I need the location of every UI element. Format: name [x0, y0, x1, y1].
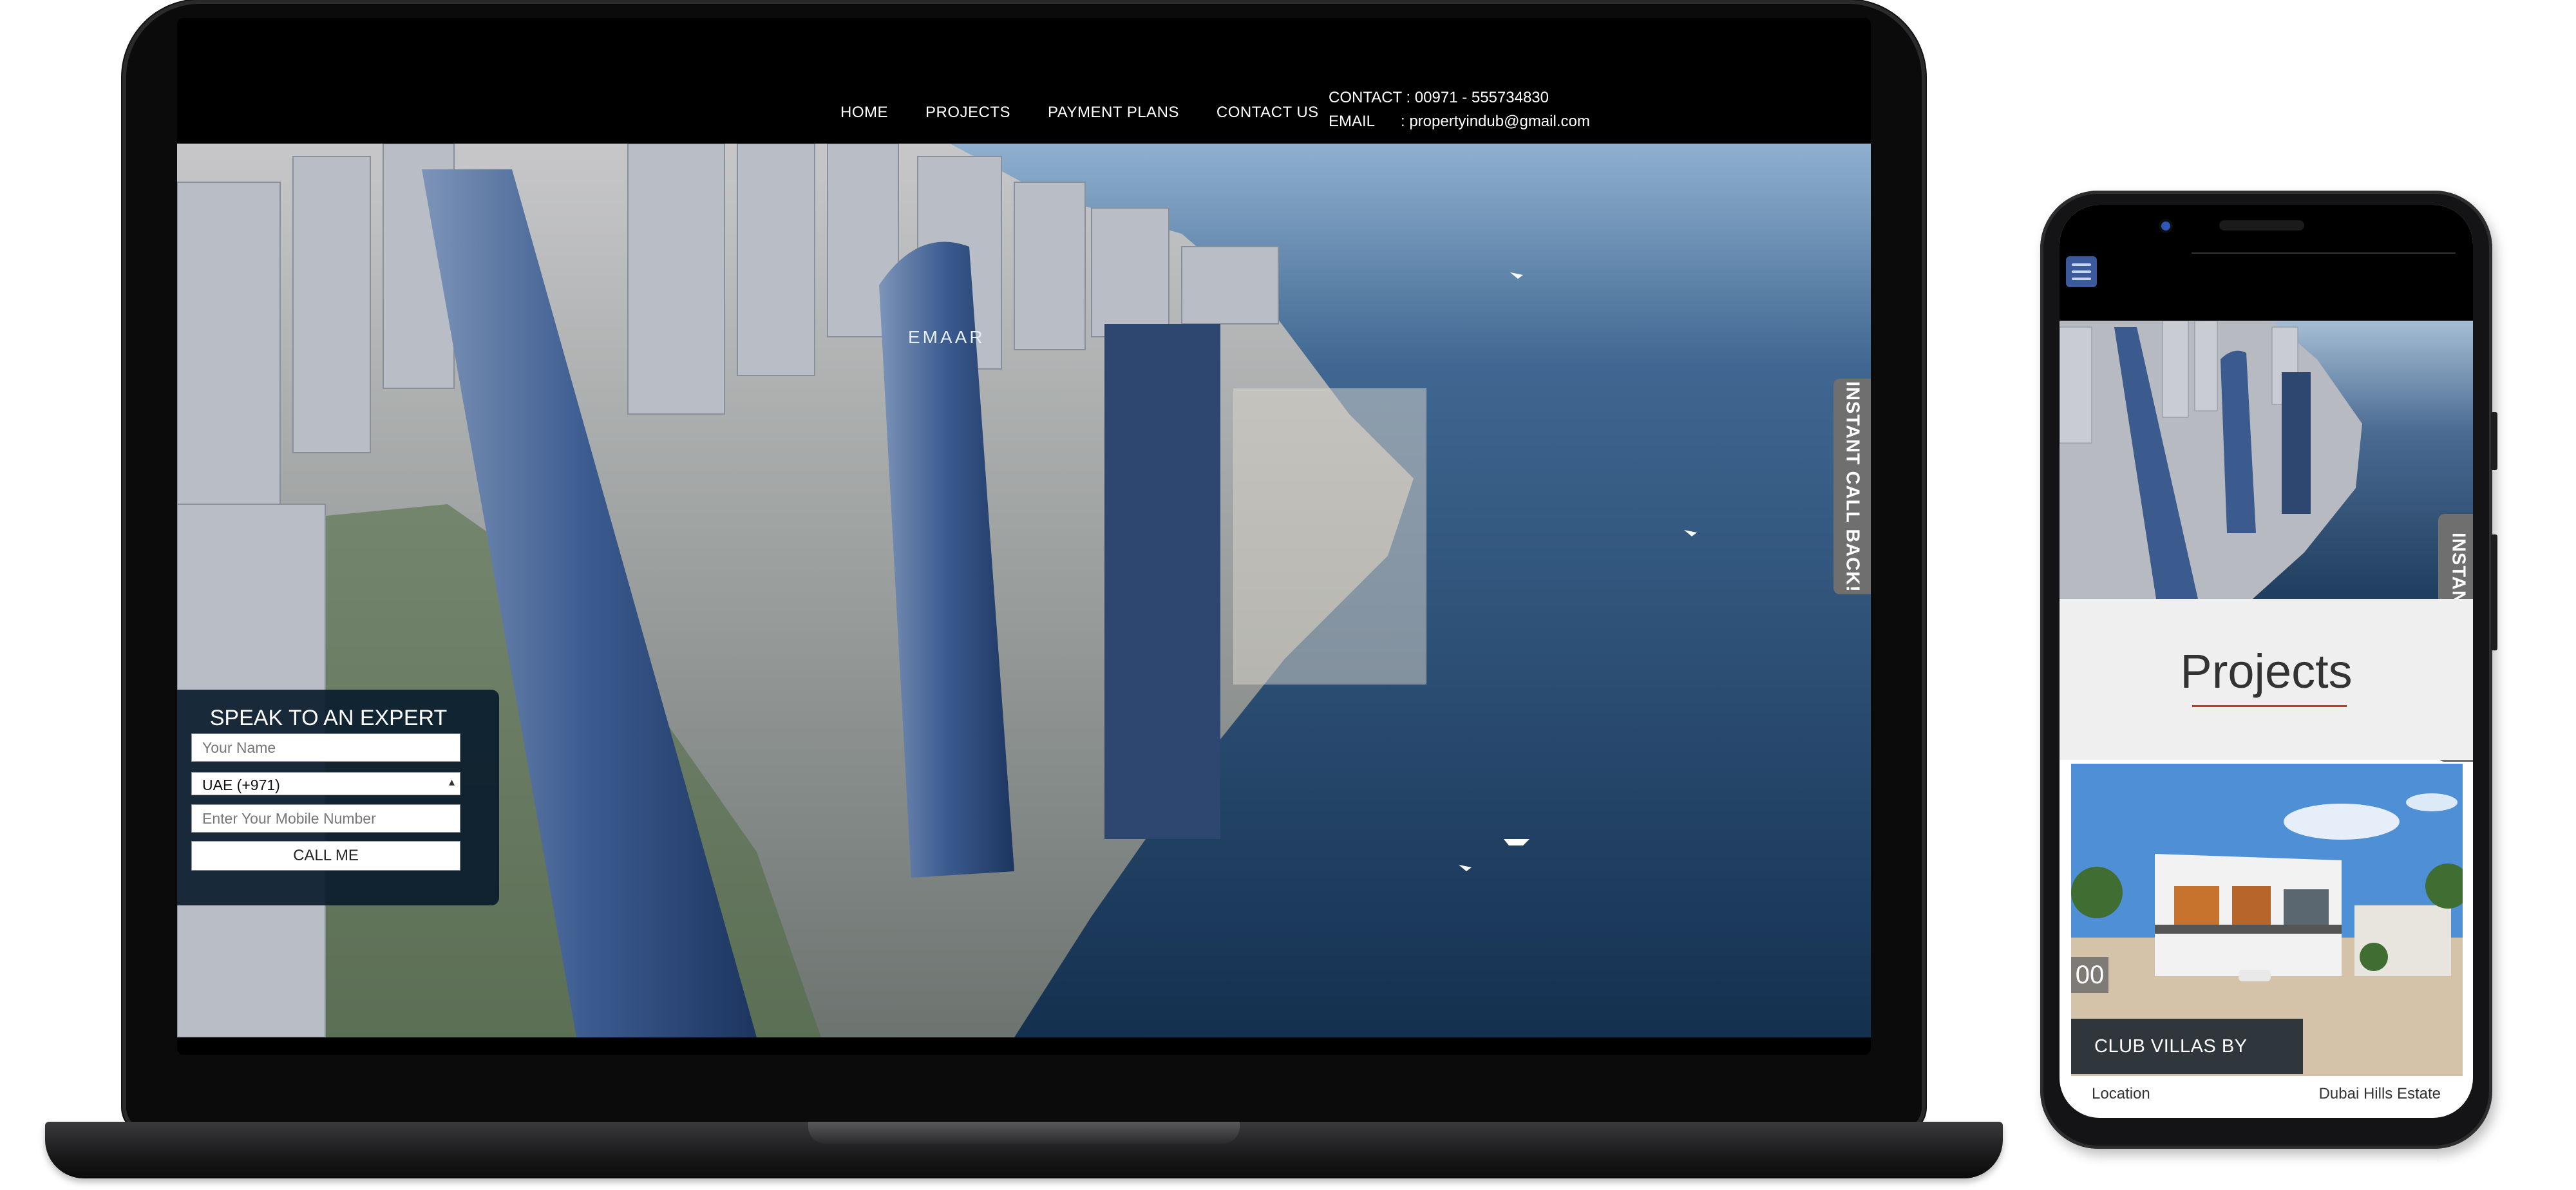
nav-home[interactable]: HOME	[840, 104, 888, 122]
earpiece-speaker	[2219, 220, 2304, 231]
project-location-row: Location Dubai Hills Estate	[2060, 1077, 2473, 1110]
phone-hero-illustration	[2060, 321, 2362, 599]
right-tower	[1104, 324, 1220, 839]
front-camera	[2161, 222, 2170, 231]
country-code-value: UAE (+971)	[202, 777, 280, 793]
contact-email-label: EMAIL	[1329, 113, 1376, 130]
expert-form-title: SPEAK TO AN EXPERT	[209, 706, 448, 730]
phone-hero-image	[2060, 321, 2473, 599]
main-nav: HOME PROJECTS PAYMENT PLANS CONTACT US	[840, 104, 1319, 122]
speak-to-expert-form: SPEAK TO AN EXPERT Your Name UAE (+971) …	[177, 690, 499, 905]
contact-info: CONTACT : 00971 - 555734830 EMAIL : prope…	[1329, 86, 1590, 133]
hamburger-menu-icon[interactable]	[2066, 256, 2097, 287]
nav-contact-us[interactable]: CONTACT US	[1217, 104, 1319, 122]
contact-phone-row: CONTACT : 00971 - 555734830	[1329, 86, 1590, 109]
project-card-badge: 00	[2071, 957, 2108, 993]
call-back-label: INSTANT CALL BACK!	[1842, 381, 1863, 592]
contact-email-row: EMAIL : propertyindub@gmail.com	[1329, 109, 1590, 133]
select-arrows-icon: ▴	[448, 775, 455, 788]
projects-section: Projects	[2060, 599, 2473, 760]
laptop-screen: HOME PROJECTS PAYMENT PLANS CONTACT US C…	[177, 18, 1871, 1055]
location-value: Dubai Hills Estate	[2318, 1085, 2441, 1102]
phone-volume-button	[2491, 412, 2497, 470]
hero-image: EMAAR INSTANT CALL BACK! SPEAK TO AN EXP…	[177, 144, 1871, 1037]
phone-screen: INSTANT CALL BACK! Projects 00 CLUB VILL…	[2060, 205, 2473, 1118]
contact-phone-label: CONTACT :	[1329, 89, 1411, 106]
laptop-notch	[808, 1122, 1240, 1144]
location-label: Location	[2092, 1085, 2150, 1102]
project-card[interactable]: 00 CLUB VILLAS BY EMAAR	[2071, 764, 2463, 1076]
name-input[interactable]: Your Name	[191, 733, 460, 762]
call-me-button[interactable]: CALL ME	[191, 841, 460, 871]
instant-call-back-tab[interactable]: INSTANT CALL BACK!	[1833, 379, 1871, 594]
contact-email-value[interactable]: : propertyindub@gmail.com	[1401, 109, 1590, 133]
site-header: HOME PROJECTS PAYMENT PLANS CONTACT US C…	[177, 18, 1871, 144]
phone-power-button	[2491, 534, 2497, 650]
phone-header	[2060, 205, 2473, 321]
tower-brand-logo: EMAAR	[908, 327, 985, 347]
contact-phone-value[interactable]: 00971 - 555734830	[1415, 86, 1549, 109]
project-card-title[interactable]: CLUB VILLAS BY EMAAR	[2071, 1019, 2303, 1074]
projects-heading-underline	[2192, 705, 2347, 707]
country-code-select[interactable]: UAE (+971) ▴	[191, 772, 460, 795]
header-divider	[2192, 252, 2456, 254]
nav-projects[interactable]: PROJECTS	[925, 104, 1010, 122]
marina-docks	[1233, 388, 1426, 685]
mobile-number-input[interactable]: Enter Your Mobile Number	[191, 804, 460, 833]
nav-payment-plans[interactable]: PAYMENT PLANS	[1048, 104, 1179, 122]
projects-heading: Projects	[2180, 645, 2353, 698]
